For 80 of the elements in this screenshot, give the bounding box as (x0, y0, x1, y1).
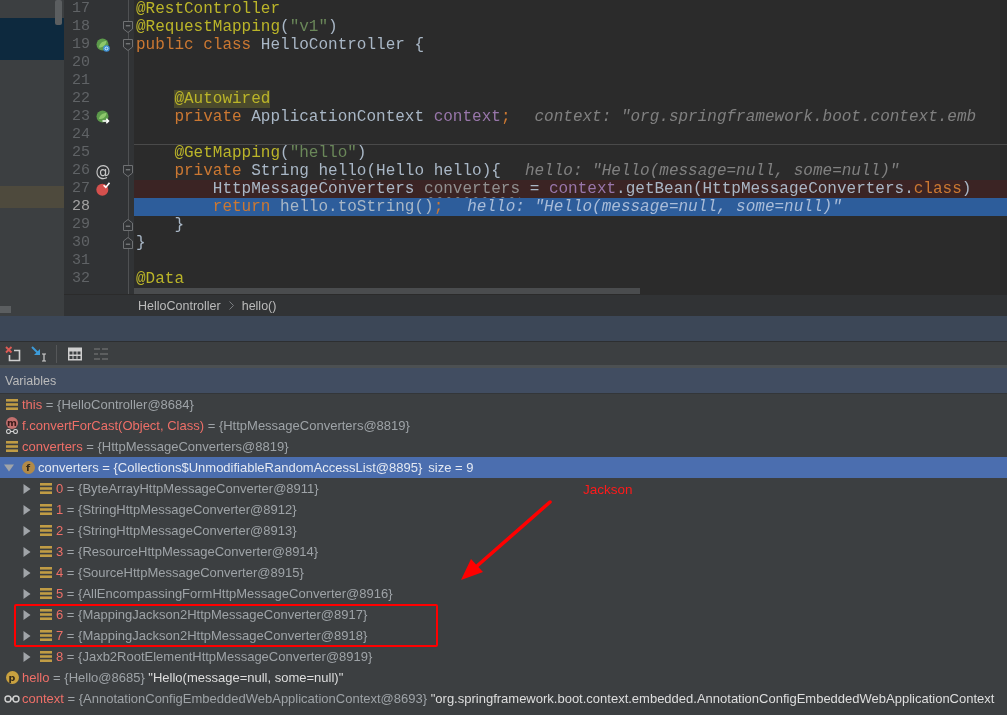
breadcrumb-item[interactable]: hello() (241, 298, 277, 313)
gutter-marker[interactable]: @ (95, 163, 111, 179)
code-line: private String hello(Hello hello){ (174, 162, 501, 180)
fold-icon[interactable] (123, 21, 133, 33)
fold-icon[interactable] (123, 237, 133, 249)
fold-icon[interactable] (123, 219, 133, 231)
variable-label[interactable]: f.convertForCast(Object, Class) = {HttpMessageConverters@8819} (22, 418, 410, 433)
variables-header: Variables (0, 368, 1007, 394)
chevron-icon (228, 301, 234, 310)
code-line: @GetMapping("hello") (174, 144, 367, 162)
stacked-bars-icon (40, 567, 52, 578)
variable-label[interactable]: 1 = {StringHttpMessageConverter@8912} (56, 502, 297, 517)
stacked-bars-icon (40, 651, 52, 662)
variable-label[interactable]: 6 = {MappingJackson2HttpMessageConverter@8917} (56, 607, 368, 622)
stacked-bars-icon (40, 588, 52, 599)
cross-corner-icon (5, 345, 21, 362)
stacked-bars-icon (40, 504, 52, 515)
code-line: public class HelloController { (136, 36, 425, 54)
variable-label[interactable]: 4 = {SourceHttpMessageConverter@8915} (56, 565, 304, 580)
stacked-bars-icon (40, 609, 52, 620)
variable-label[interactable]: hello = {Hello@8685} "Hello(message=null, some=null)" (22, 670, 344, 685)
stacked-bars-icon (40, 483, 52, 494)
code-line: private ApplicationContext context; (174, 108, 511, 126)
annotation-label: Jackson (583, 482, 633, 497)
table-icon (67, 345, 83, 362)
expand-arrow-icon[interactable] (22, 609, 32, 620)
variable-label[interactable]: 2 = {StringHttpMessageConverter@8913} (56, 523, 297, 538)
inline-value-hint: hello: "Hello(message=null, some=null)" (467, 198, 842, 216)
code-line: } (136, 234, 146, 252)
expand-arrow-icon[interactable] (22, 504, 32, 515)
expand-arrow-icon[interactable] (22, 567, 32, 578)
method-badge: m (6, 417, 18, 429)
toolbar-button[interactable] (29, 343, 49, 364)
tree-selection-highlight (0, 18, 64, 60)
selected-row-highlight[interactable]: f converters = {Collections$UnmodifiableRandomAccessList@8895} size = 9 (0, 457, 1007, 478)
variable-label[interactable]: 8 = {Jaxb2RootElementHttpMessageConverter@8919} (56, 649, 373, 664)
stacked-bars-icon (6, 399, 18, 410)
expand-arrow-icon[interactable] (22, 525, 32, 536)
code-line: return hello.toString(); (212, 198, 444, 216)
inline-value-hint: hello: "Hello(message=null, some=null)" (524, 162, 900, 180)
toolbar-button[interactable] (3, 343, 23, 364)
breakpoint-icon[interactable] (96, 182, 110, 196)
variable-label[interactable]: 0 = {ByteArrayHttpMessageConverter@8911} (56, 481, 319, 496)
inline-value-hint: context: "org.springframework.boot.context.emb (534, 108, 977, 126)
variable-label[interactable]: 7 = {MappingJackson2HttpMessageConverter@8918} (56, 628, 368, 643)
arrow-cursor-icon (31, 345, 47, 362)
code-line: @RestController (136, 0, 281, 18)
variable-label[interactable]: 5 = {AllEncompassingFormHttpMessageConverter@8916} (56, 586, 393, 601)
line-number: 28 (71, 198, 90, 216)
fold-icon[interactable] (123, 165, 133, 177)
lines-icon (93, 345, 109, 362)
tree-row-highlight (0, 186, 64, 208)
glasses-icon (4, 694, 20, 703)
stacked-bars-icon (40, 546, 52, 557)
expand-arrow-icon[interactable] (22, 546, 32, 557)
breadcrumb-item[interactable]: HelloController (138, 298, 221, 313)
variable-label[interactable]: converters = {Collections$UnmodifiableRandomAccessList@8895} size = 9 (38, 460, 474, 475)
variable-label[interactable]: 3 = {ResourceHttpMessageConverter@8914} (56, 544, 319, 559)
expand-arrow-icon[interactable] (22, 483, 32, 494)
code-line: } (174, 216, 184, 234)
expand-arrow-icon[interactable] (22, 630, 32, 641)
code-line: @Data (136, 270, 184, 288)
fold-icon[interactable] (123, 39, 133, 51)
leaf-icon[interactable] (96, 38, 110, 52)
code-line: @RequestMapping("v1") (136, 18, 338, 36)
code-line: HttpMessageConverters converters = context.getBean(HttpMessageConverters.class) (212, 180, 972, 198)
parameter-badge: p (5, 671, 19, 684)
field-badge: f (21, 461, 35, 474)
stacked-bars-icon (6, 441, 18, 452)
variable-label[interactable]: this = {HelloController@8684} (22, 397, 194, 412)
scrollbar-thumb[interactable] (0, 306, 11, 313)
glasses-icon (5, 429, 19, 434)
scrollbar-thumb[interactable] (134, 288, 641, 294)
scrollbar-thumb[interactable] (55, 0, 62, 25)
variable-label[interactable]: context = {AnnotationConfigEmbeddedWebApplicationContext@8693} "org.springframework.boot.context.embedded.AnnotationConfigEmbeddedWebApplicationContext (22, 691, 995, 706)
stacked-bars-icon (40, 525, 52, 536)
expand-arrow-icon[interactable] (22, 651, 32, 662)
variable-label[interactable]: converters = {HttpMessageConverters@8819} (22, 439, 289, 454)
expand-arrow-icon[interactable] (22, 588, 32, 599)
stacked-bars-icon (40, 630, 52, 641)
